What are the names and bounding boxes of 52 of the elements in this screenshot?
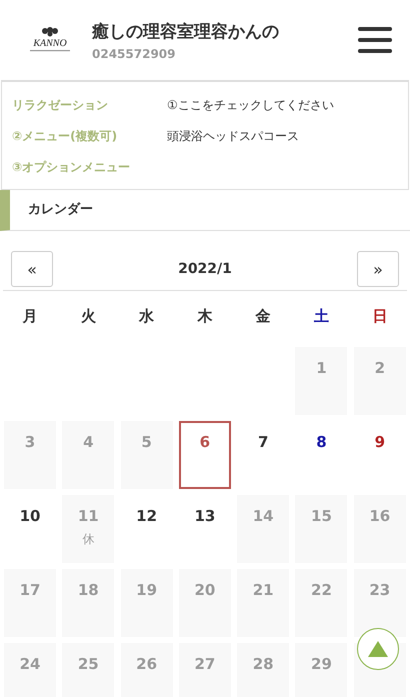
day-number: 28 xyxy=(252,655,274,673)
weekday-label: 日 xyxy=(371,306,388,327)
day-number: 1 xyxy=(316,359,327,377)
day-number: 20 xyxy=(194,581,216,599)
day-number: 15 xyxy=(311,507,332,525)
day-number: 10 xyxy=(20,507,40,525)
closed-note: 休 xyxy=(82,531,94,548)
weekday-label: 木 xyxy=(196,306,214,327)
next-month-button[interactable]: » xyxy=(356,251,399,287)
day-number: 21 xyxy=(252,581,274,599)
day-number: 23 xyxy=(369,581,390,599)
up-triangle-icon xyxy=(368,641,388,657)
day-number: 29 xyxy=(311,655,332,673)
day-number: 6 xyxy=(200,433,210,451)
day-number: 8 xyxy=(316,433,327,451)
weekday-label: 火 xyxy=(80,306,97,327)
weekday-label: 金 xyxy=(254,306,272,327)
day-number: 25 xyxy=(78,655,99,673)
month-title: 2022/1 xyxy=(178,261,232,277)
day-number: 3 xyxy=(24,433,36,451)
logo-drawing: KANNO xyxy=(20,25,80,55)
day-number: 24 xyxy=(20,655,40,673)
summary-value: 頭浸浴ヘッドスパコース xyxy=(167,128,299,145)
summary-label: ③オプションメニュー xyxy=(12,159,132,176)
summary-value: ①ここをチェックしてください xyxy=(167,97,334,114)
day-number: 19 xyxy=(136,581,158,599)
day-number: 2 xyxy=(374,359,385,377)
previous-month-button[interactable]: « xyxy=(11,251,53,287)
day-number: 11 xyxy=(78,507,99,525)
day-number: 18 xyxy=(78,581,99,599)
day-number: 17 xyxy=(20,581,40,599)
day-number: 9 xyxy=(374,433,385,451)
day-number: 7 xyxy=(258,433,268,451)
day-number: 26 xyxy=(136,655,158,673)
day-number: 16 xyxy=(369,507,390,525)
day-number: 22 xyxy=(311,581,332,599)
summary-label: ②メニュー(複数可) xyxy=(12,128,118,145)
day-number: 4 xyxy=(83,433,94,451)
day-number: 13 xyxy=(194,507,216,525)
phone-number: 0245572909 xyxy=(92,46,176,60)
weekday-label: 土 xyxy=(312,306,330,327)
calendar-day[interactable]: 6 xyxy=(178,421,231,489)
shop-title: 癒しの理容室理容かんの xyxy=(92,20,280,42)
weekday-label: 月 xyxy=(22,306,38,327)
day-number: 12 xyxy=(136,507,158,525)
day-number: 27 xyxy=(194,655,216,673)
section-heading: カレンダー xyxy=(0,190,410,231)
day-number: 14 xyxy=(252,507,274,525)
summary-label: リラクゼーション xyxy=(12,97,109,114)
menu-icon[interactable] xyxy=(358,27,392,53)
day-number: 5 xyxy=(141,433,152,451)
weekday-label: 水 xyxy=(138,306,156,327)
